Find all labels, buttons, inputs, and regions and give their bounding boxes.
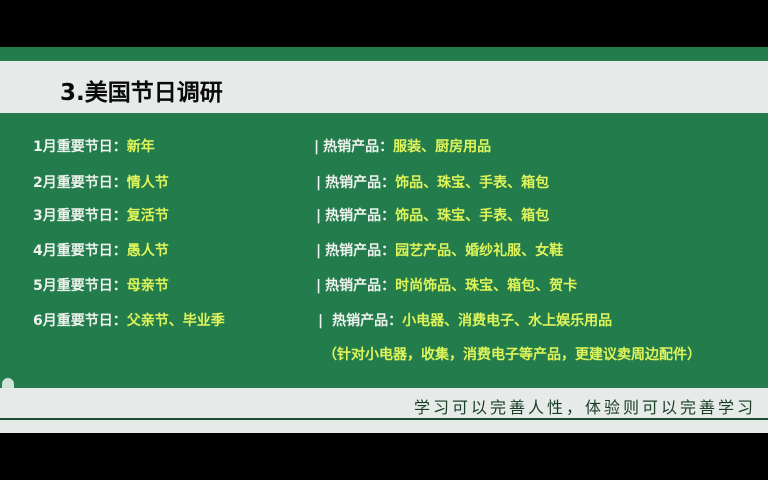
separator: | [316,278,322,294]
products-label: 热销产品： [332,313,403,329]
products-label: 热销产品： [325,175,396,191]
title-band: 3.美国节日调研 [0,61,768,113]
list-item: 1月重要节日：新年 | 热销产品：服装、厨房用品 [33,137,491,157]
holiday: 新年 [126,139,155,155]
products-label: 热销产品： [325,208,396,224]
separator: | [316,243,322,259]
products-label: 热销产品： [323,139,394,155]
list-item: 4月重要节日：愚人节 | 热销产品：园艺产品、婚纱礼服、女鞋 [33,241,563,261]
products-label: 热销产品： [325,243,396,259]
products-label: 热销产品： [325,278,396,294]
holiday: 复活节 [126,208,169,224]
footer-motto: 学习可以完善人性，体验则可以完善学习 [413,398,756,417]
month-label: 6月重要节日： [33,313,127,329]
products: 饰品、珠宝、手表、箱包 [395,175,550,191]
products: 服装、厨房用品 [393,139,492,155]
month-label: 1月重要节日： [33,139,127,155]
slide: 3.美国节日调研 1月重要节日：新年 | 热销产品：服装、厨房用品 2月重要节日：… [0,47,768,433]
month-label: 4月重要节日： [33,243,127,259]
list-item: 6月重要节日：父亲节、毕业季 | 热销产品：小电器、消费电子、水上娱乐用品 [33,311,612,331]
separator: | [314,139,320,155]
list-item: 3月重要节日：复活节 | 热销产品：饰品、珠宝、手表、箱包 [33,206,549,226]
list-item: 5月重要节日：母亲节 | 热销产品：时尚饰品、珠宝、箱包、贺卡 [33,276,577,296]
separator: | [316,175,322,191]
holiday: 父亲节、毕业季 [126,313,225,329]
holiday: 愚人节 [126,243,169,259]
month-label: 3月重要节日： [33,208,127,224]
holiday: 母亲节 [126,278,169,294]
footer-divider [0,418,768,420]
page-title: 3.美国节日调研 [60,80,223,106]
products: 饰品、珠宝、手表、箱包 [395,208,550,224]
month-label: 2月重要节日： [33,175,127,191]
footer-band: 学习可以完善人性，体验则可以完善学习 [0,388,768,433]
holiday: 情人节 [126,175,169,191]
separator: | [316,208,322,224]
products: 小电器、消费电子、水上娱乐用品 [402,313,613,329]
list-item: 2月重要节日：情人节 | 热销产品：饰品、珠宝、手表、箱包 [33,173,549,193]
products: 园艺产品、婚纱礼服、女鞋 [395,243,564,259]
separator: | [318,313,324,329]
note: （针对小电器，收集，消费电子等产品，更建议卖周边配件） [323,347,701,363]
products: 时尚饰品、珠宝、箱包、贺卡 [395,278,578,294]
month-label: 5月重要节日： [33,278,127,294]
